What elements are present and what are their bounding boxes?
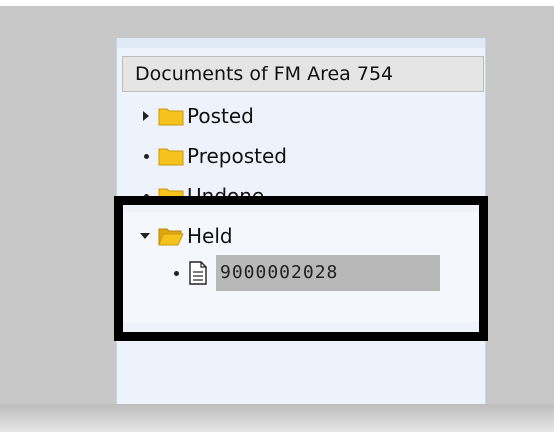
tree-node-label: Undone [187, 184, 265, 196]
panel-top-strip [117, 38, 485, 48]
bullet-icon [140, 150, 152, 162]
tree-header: Documents of FM Area 754 [122, 56, 484, 92]
bottom-shadow [0, 404, 554, 432]
folder-icon [158, 188, 184, 196]
folder-icon [158, 108, 184, 126]
tree-node-preposted[interactable]: Preposted [140, 140, 287, 172]
tree-node-list: Posted Preposted Undone [120, 96, 484, 196]
expand-arrow-icon[interactable] [140, 110, 152, 122]
tree-node-posted[interactable]: Posted [140, 100, 254, 132]
top-border [0, 0, 554, 6]
folder-icon [158, 148, 184, 166]
tree-node-undone[interactable]: Undone [140, 180, 264, 196]
tree-node-label: Posted [187, 104, 254, 128]
highlight-box [114, 196, 488, 341]
tree-node-label: Preposted [187, 144, 287, 168]
